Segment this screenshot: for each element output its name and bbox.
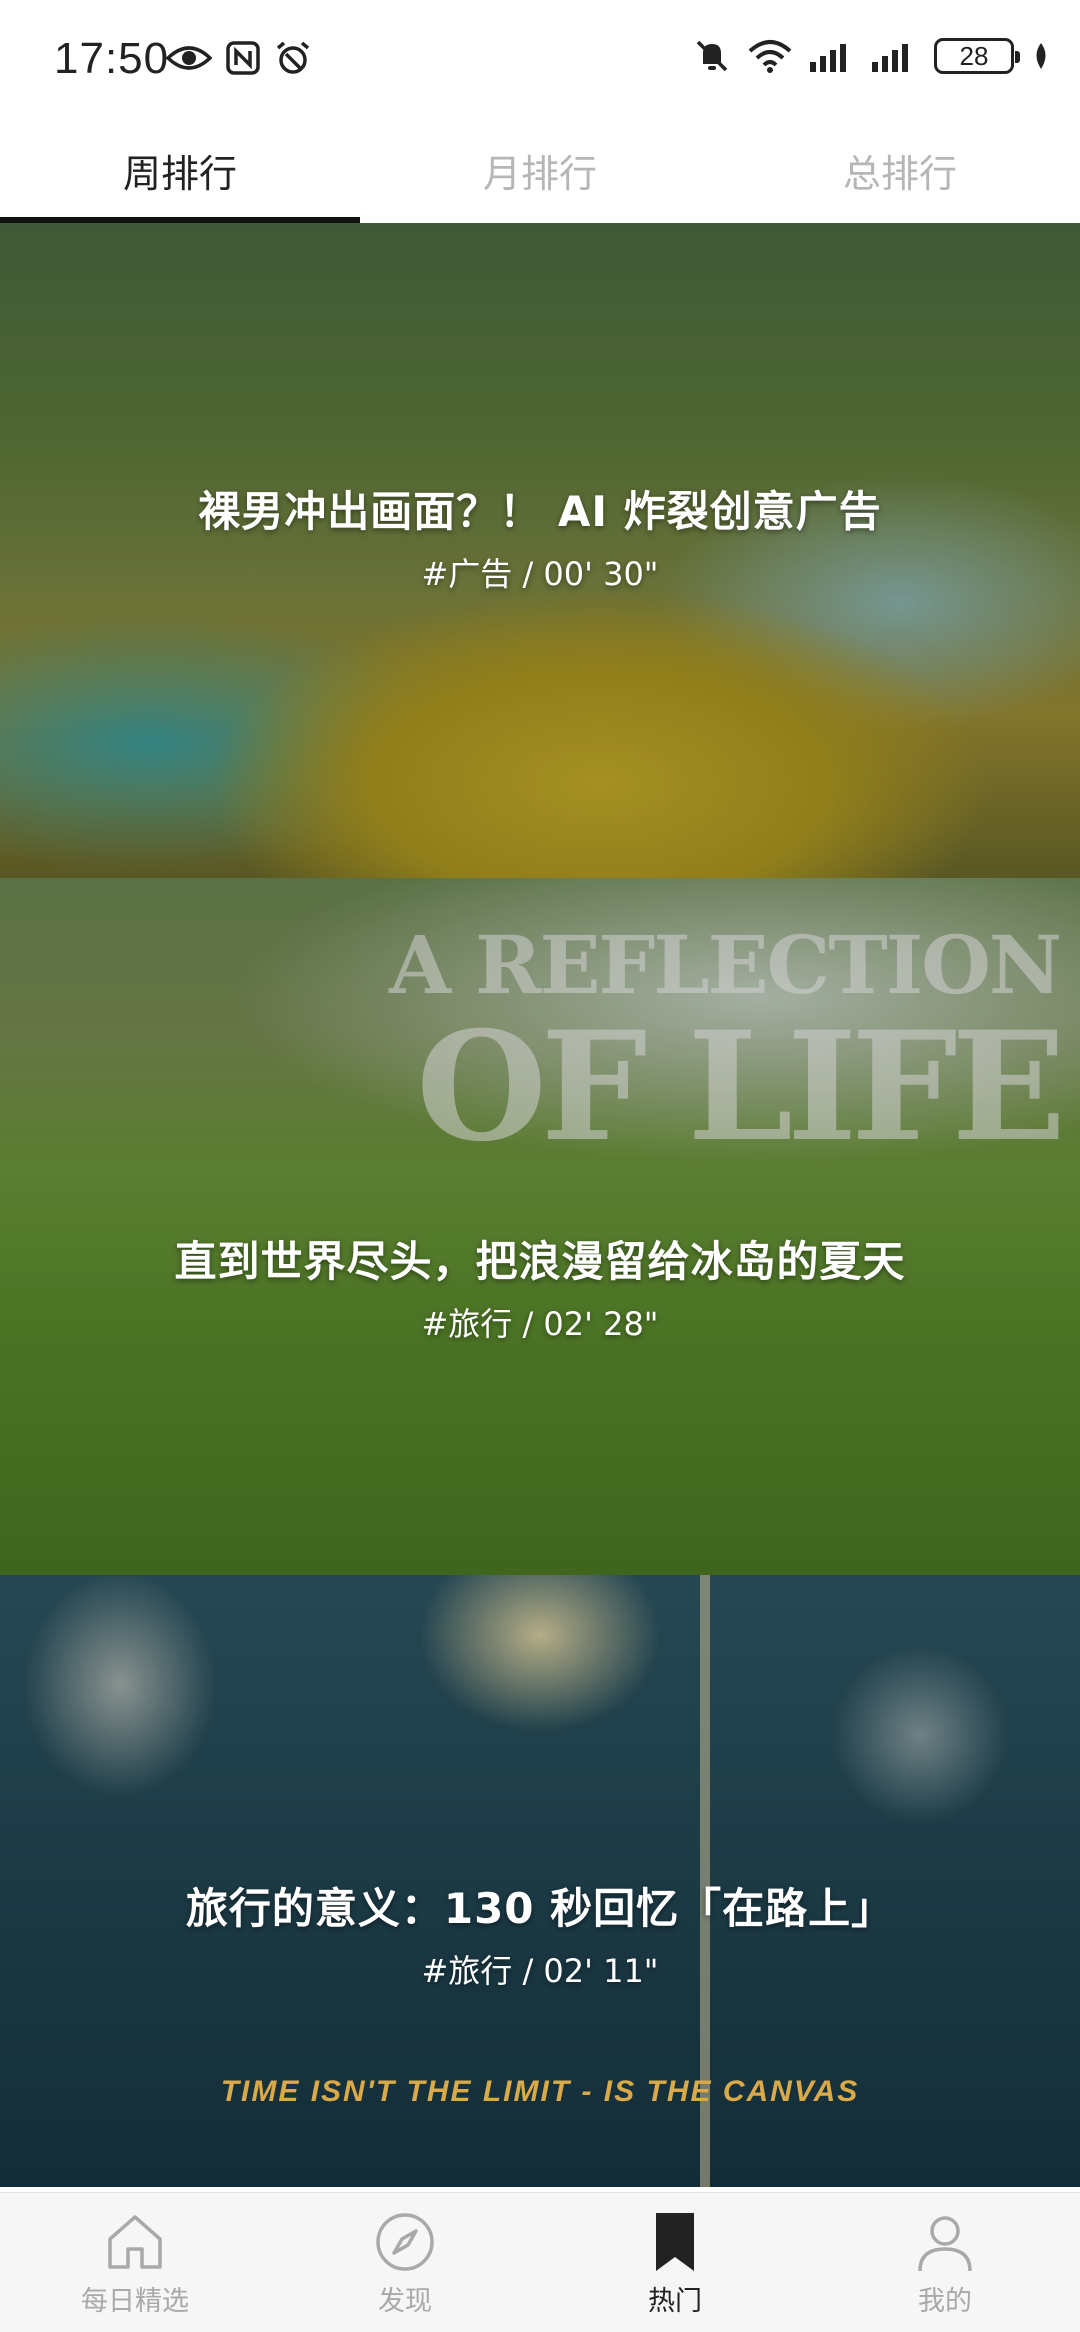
nav-profile[interactable]: 我的 xyxy=(810,2193,1080,2332)
status-time: 17:50 xyxy=(54,34,170,83)
nav-label: 发现 xyxy=(378,2286,432,2317)
nav-label: 每日精选 xyxy=(81,2286,189,2317)
eye-icon xyxy=(166,43,212,73)
nfc-icon xyxy=(226,41,260,75)
ranking-tabs: 周排行 月排行 总排行 xyxy=(0,118,1080,223)
video-card[interactable]: A REFLECTION OF LIFE 直到世界尽头，把浪漫留给冰岛的夏天 #… xyxy=(0,878,1080,1575)
status-bar: 17:50 28 xyxy=(0,0,1080,118)
thumbnail-caption: TIME ISN'T THE LIMIT - IS THE CANVAS xyxy=(220,2075,860,2108)
tab-all-time[interactable]: 总排行 xyxy=(720,118,1080,223)
battery-indicator: 28 xyxy=(934,38,1020,74)
nav-label: 热门 xyxy=(648,2286,702,2317)
tab-monthly[interactable]: 月排行 xyxy=(360,118,720,223)
leaf-icon xyxy=(1032,41,1050,71)
video-meta: #广告 / 00' 30" xyxy=(421,555,659,593)
wifi-icon xyxy=(748,39,792,73)
video-title: 旅行的意义：130 秒回忆「在路上」 xyxy=(185,1884,895,1933)
video-meta: #旅行 / 02' 28" xyxy=(421,1305,659,1343)
signal-icon-2 xyxy=(872,40,916,72)
video-title: 裸男冲出画面？！ AI 炸裂创意广告 xyxy=(198,487,882,536)
nav-popular[interactable]: 热门 xyxy=(540,2193,810,2332)
video-card[interactable]: 裸男冲出画面？！ AI 炸裂创意广告 #广告 / 00' 30" xyxy=(0,223,1080,878)
bottom-navigation: 每日精选 发现 热门 我的 xyxy=(0,2192,1080,2332)
video-card[interactable]: 旅行的意义：130 秒回忆「在路上」 #旅行 / 02' 11" TIME IS… xyxy=(0,1575,1080,2187)
mute-icon xyxy=(694,38,730,74)
signal-icon xyxy=(810,40,854,72)
nav-discover[interactable]: 发现 xyxy=(270,2193,540,2332)
compass-icon xyxy=(376,2213,434,2271)
tab-weekly[interactable]: 周排行 xyxy=(0,118,360,223)
video-feed: 裸男冲出画面？！ AI 炸裂创意广告 #广告 / 00' 30" A REFLE… xyxy=(0,223,1080,2187)
nav-daily-picks[interactable]: 每日精选 xyxy=(0,2193,270,2332)
user-icon xyxy=(918,2216,972,2272)
home-icon xyxy=(108,2215,162,2269)
alarm-icon xyxy=(274,40,312,76)
bookmark-icon xyxy=(656,2213,694,2271)
nav-label: 我的 xyxy=(918,2286,972,2317)
video-meta: #旅行 / 02' 11" xyxy=(421,1952,659,1990)
video-title: 直到世界尽头，把浪漫留给冰岛的夏天 xyxy=(174,1237,906,1286)
